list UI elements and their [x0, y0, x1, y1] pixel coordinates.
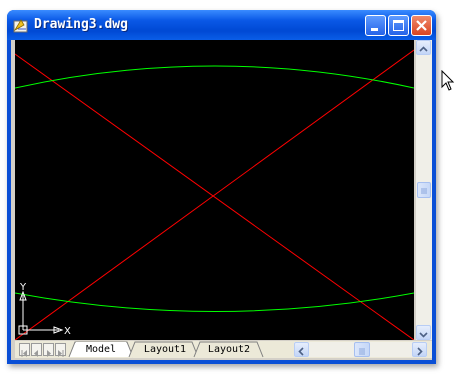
mouse-pointer-icon — [441, 70, 455, 91]
tab-model[interactable]: Model — [76, 342, 126, 357]
minimize-icon — [371, 28, 378, 31]
arrow-up-icon — [419, 46, 428, 52]
last-layout-button[interactable] — [55, 343, 66, 357]
scroll-right-button[interactable] — [412, 342, 427, 357]
next-icon — [47, 350, 51, 357]
horizontal-scrollbar[interactable] — [294, 342, 427, 357]
layout-tab-bar: Model Layout1 Layout2 — [15, 341, 432, 358]
window-frame: Y X Model Layout1 Layout2 — [11, 40, 432, 360]
scroll-left-button[interactable] — [294, 342, 309, 357]
arrow-down-icon — [419, 332, 428, 338]
previous-layout-button[interactable] — [31, 343, 42, 357]
ucs-x-label: X — [64, 326, 71, 337]
window-title: Drawing3.dwg — [34, 17, 128, 32]
scroll-up-button[interactable] — [416, 40, 431, 55]
close-button[interactable] — [411, 15, 432, 36]
maximize-button[interactable] — [388, 15, 409, 36]
title-bar[interactable]: Drawing3.dwg — [7, 10, 436, 40]
close-icon — [416, 20, 427, 31]
grip-icon — [421, 188, 427, 194]
drawing-canvas[interactable]: Y X — [15, 40, 414, 340]
vertical-scrollbar[interactable] — [416, 40, 432, 340]
previous-icon — [34, 350, 38, 357]
autocad-drawing-icon[interactable] — [13, 17, 29, 33]
tab-layout1[interactable]: Layout1 — [137, 342, 193, 357]
green-arc-top[interactable] — [15, 65, 414, 89]
arrow-left-icon — [298, 347, 304, 356]
last-icon — [58, 350, 64, 357]
vertical-scroll-thumb[interactable] — [417, 182, 431, 198]
grip-icon — [359, 348, 365, 355]
green-arc-bottom[interactable] — [15, 292, 414, 312]
drawing-window: Drawing3.dwg Y X Model Layout1 Layout2 — [7, 10, 436, 364]
first-layout-button[interactable] — [19, 343, 30, 357]
drawing-svg: Y X — [15, 49, 414, 340]
horizontal-scroll-thumb[interactable] — [354, 342, 370, 357]
first-icon — [21, 350, 27, 357]
scroll-down-button[interactable] — [416, 325, 431, 340]
ucs-y-label: Y — [19, 282, 27, 293]
ucs-axis-icon — [18, 290, 64, 335]
arrow-right-icon — [417, 347, 423, 356]
maximize-icon — [393, 20, 404, 31]
next-layout-button[interactable] — [43, 343, 54, 357]
minimize-button[interactable] — [365, 15, 386, 36]
tab-layout2[interactable]: Layout2 — [201, 342, 257, 357]
